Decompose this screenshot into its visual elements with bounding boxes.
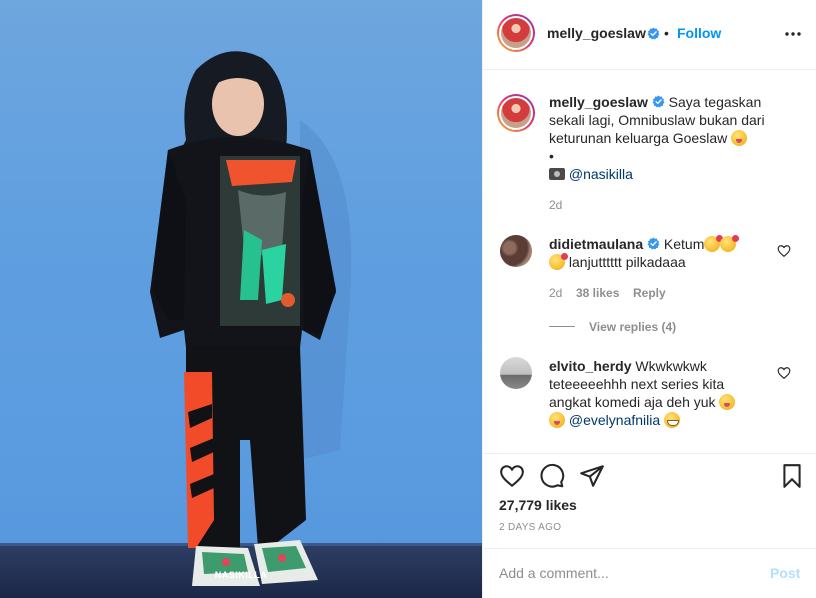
comment: didietmaulana Ketum lanjutttttt pilkadaa… [549, 235, 764, 271]
verified-badge-icon [647, 237, 660, 250]
comment-username[interactable]: didietmaulana [549, 236, 643, 252]
kiss-face-emoji-icon [549, 253, 568, 270]
caption-username[interactable]: melly_goeslaw [549, 94, 648, 110]
commenter-avatar[interactable] [500, 235, 532, 267]
author-username[interactable]: melly_goeslaw [547, 25, 646, 41]
comment-text-continued: lanjutttttt pilkadaaa [568, 254, 686, 270]
comment-likes[interactable]: 38 likes [576, 286, 619, 300]
view-replies-button[interactable]: View replies (4) [589, 320, 676, 334]
post-side-panel: melly_goeslaw • Follow melly_goeslaw Say… [482, 0, 816, 598]
verified-badge-icon [647, 27, 660, 40]
photo-watermark: NASIKILLA [214, 570, 268, 580]
heart-icon[interactable] [499, 463, 525, 489]
kiss-face-emoji-icon [704, 235, 724, 252]
bookmark-icon[interactable] [779, 463, 805, 489]
replies-divider [549, 326, 575, 327]
zany-face-emoji-icon [549, 412, 565, 428]
reply-button[interactable]: Reply [633, 286, 666, 300]
follow-button[interactable]: Follow [677, 25, 721, 41]
kiss-face-emoji-icon [720, 235, 740, 252]
likes-count[interactable]: 27,779 likes [499, 497, 577, 513]
comment-like-heart-icon[interactable] [777, 366, 791, 380]
camera-emoji-icon [549, 168, 565, 180]
caption-bullet: • [549, 148, 554, 164]
commenter-avatar[interactable] [500, 357, 532, 389]
zany-face-emoji-icon [719, 394, 736, 410]
post-photo[interactable]: NASIKILLA [0, 0, 482, 598]
comment-time[interactable]: 2d [549, 286, 562, 300]
caption-time[interactable]: 2d [549, 198, 562, 212]
post-comment-button[interactable]: Post [770, 565, 800, 581]
zany-face-emoji-icon [731, 130, 748, 146]
comment-text: Ketum [663, 236, 705, 252]
comment-like-heart-icon[interactable] [777, 244, 791, 258]
more-options-icon[interactable] [783, 27, 803, 41]
header-separator: • [664, 25, 669, 41]
person-figure [150, 51, 352, 586]
caption-author-avatar[interactable] [497, 94, 535, 132]
comment-input[interactable] [499, 563, 749, 583]
add-comment-bar: Post [483, 548, 816, 598]
post-header: melly_goeslaw • Follow [483, 0, 816, 70]
grimacing-face-emoji-icon [664, 412, 681, 428]
comment-icon[interactable] [539, 463, 565, 489]
post-actions: 27,779 likes 2 DAYS AGO [483, 453, 816, 548]
caption-credit-mention[interactable]: @nasikilla [569, 166, 633, 182]
comment-username[interactable]: elvito_herdy [549, 358, 631, 374]
post-date[interactable]: 2 DAYS AGO [499, 522, 561, 533]
share-icon[interactable] [579, 463, 605, 489]
comments-list[interactable]: melly_goeslaw Saya tegaskan sekali lagi,… [483, 71, 816, 453]
caption: melly_goeslaw Saya tegaskan sekali lagi,… [549, 93, 779, 183]
author-avatar[interactable] [497, 14, 535, 52]
comment-mention[interactable]: @evelynafnilia [569, 412, 660, 428]
comment: elvito_herdy Wkwkwkwk teteeeeehhh next s… [549, 357, 764, 429]
verified-badge-icon [652, 95, 665, 108]
